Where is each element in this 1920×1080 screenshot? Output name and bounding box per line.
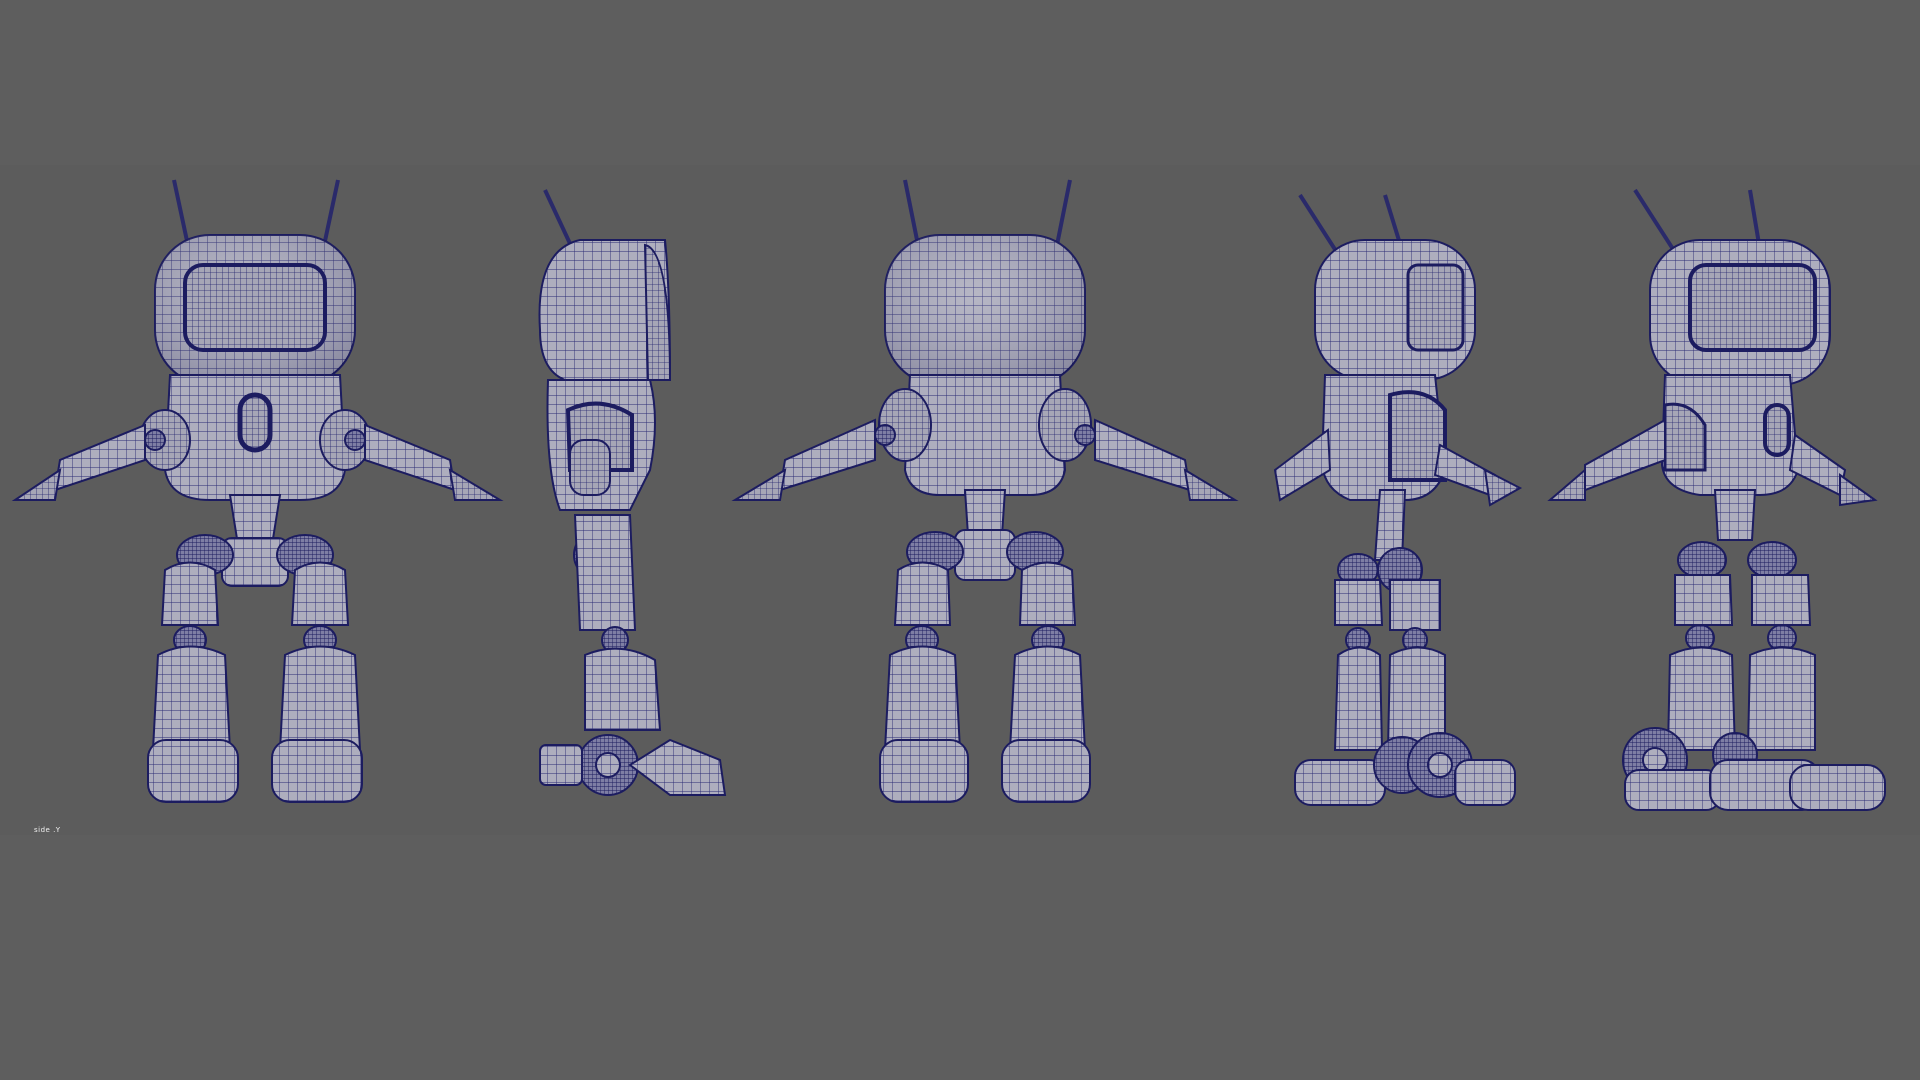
robot-front-view — [11, 179, 504, 803]
viewport-corner-label: side .Y — [34, 826, 61, 834]
robot-back-view — [731, 179, 1239, 803]
maya-viewport: side .Y — [0, 0, 1920, 1080]
robot-side-view — [538, 189, 727, 796]
robot-three-quarter-front-view — [1547, 188, 1886, 811]
robot-three-quarter-back-view — [1273, 193, 1523, 806]
